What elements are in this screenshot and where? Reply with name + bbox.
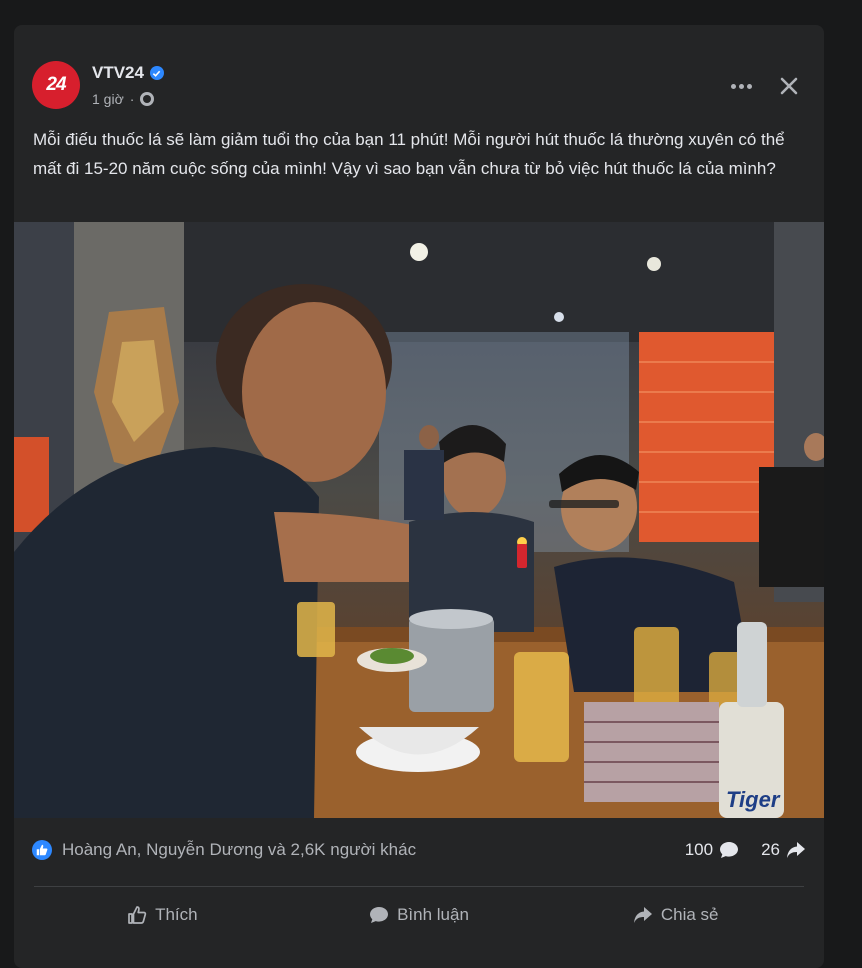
shares-count[interactable]: 26 [761, 840, 806, 860]
comment-button[interactable]: Bình luận [291, 897, 548, 933]
page-avatar[interactable]: 24 [32, 61, 80, 109]
comment-bubble-icon [370, 907, 389, 923]
page-name[interactable]: VTV24 [92, 63, 144, 83]
reactions-text: Hoàng An, Nguyễn Dương và 2,6K người khá… [62, 840, 417, 859]
engagement-counts: 100 26 [685, 840, 806, 860]
page-name-row: VTV24 [92, 63, 164, 83]
post-meta: 1 giờ · [92, 91, 155, 107]
close-icon [780, 77, 798, 95]
post-time[interactable]: 1 giờ [92, 91, 124, 107]
shares-number: 26 [761, 840, 780, 859]
verified-badge-icon [149, 66, 164, 80]
share-icon [787, 842, 805, 858]
thumbs-up-icon [128, 906, 147, 924]
dot-icon [738, 83, 744, 89]
dot-icon [730, 83, 736, 89]
post-header: 24 VTV24 1 giờ · [14, 25, 824, 121]
avatar-text: 24 [46, 74, 66, 95]
reactions-summary[interactable]: Hoàng An, Nguyễn Dương và 2,6K người khá… [32, 840, 416, 860]
post-text: Mỗi điếu thuốc lá sẽ làm giảm tuổi thọ c… [33, 130, 785, 178]
like-reaction-icon [32, 840, 52, 860]
post-stats: Hoàng An, Nguyễn Dương và 2,6K người khá… [32, 835, 806, 865]
comment-icon [720, 842, 739, 858]
share-label: Chia sẻ [660, 905, 719, 924]
like-label: Thích [155, 905, 198, 924]
comment-label: Bình luận [397, 905, 469, 924]
globe-icon [140, 92, 155, 106]
comments-count[interactable]: 100 [685, 840, 739, 860]
share-arrow-icon [633, 907, 652, 923]
post-card: 24 VTV24 1 giờ · Mỗi điếu thuốc lá sẽ là… [14, 25, 824, 968]
dot-icon [746, 83, 752, 89]
action-bar: Thích Bình luận Chia sẻ [34, 897, 804, 933]
close-button[interactable] [772, 69, 806, 103]
share-button[interactable]: Chia sẻ [547, 897, 804, 933]
like-button[interactable]: Thích [34, 897, 291, 933]
more-options-button[interactable] [722, 71, 760, 101]
separator-dot: · [129, 91, 135, 107]
post-photo[interactable]: Tiger [14, 222, 824, 818]
photo-illustration: Tiger [14, 222, 824, 818]
divider [34, 886, 804, 887]
comments-number: 100 [684, 840, 714, 859]
beer-label: Tiger [726, 787, 781, 812]
